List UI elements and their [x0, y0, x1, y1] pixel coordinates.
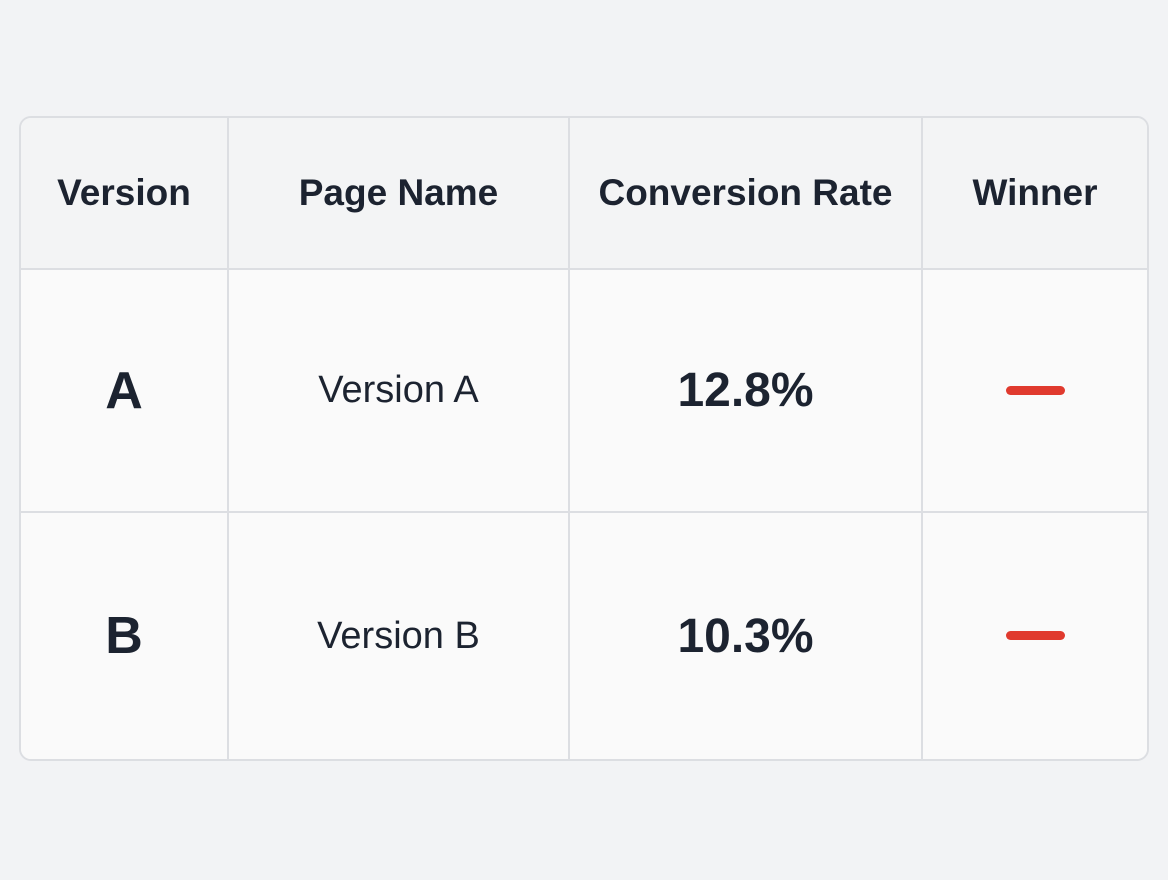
- table-header-row: Version Page Name Conversion Rate Winner: [21, 118, 1147, 270]
- page-name: Version B: [317, 614, 480, 657]
- conversion-rate-cell: 10.3%: [569, 512, 923, 759]
- version-letter: B: [105, 607, 143, 665]
- page-name: Version A: [318, 369, 479, 411]
- conversion-rate: 12.8%: [677, 364, 814, 417]
- version-letter: A: [105, 361, 143, 420]
- results-table: Version Page Name Conversion Rate Winner…: [21, 118, 1147, 759]
- page-name-cell: Version B: [228, 512, 570, 759]
- conversion-rate-cell: 12.8%: [569, 269, 923, 512]
- conversion-rate: 10.3%: [677, 609, 814, 663]
- version-cell: B: [21, 512, 229, 759]
- column-header-conversion-rate: Conversion Rate: [569, 118, 923, 270]
- column-header-page-name: Page Name: [228, 118, 570, 270]
- table-row: A Version A 12.8%: [21, 269, 1147, 512]
- page-name-cell: Version A: [228, 269, 570, 512]
- dash-icon: [1005, 385, 1065, 395]
- dash-icon: [1005, 631, 1065, 640]
- winner-cell: [922, 512, 1147, 759]
- column-header-winner: Winner: [922, 118, 1147, 270]
- column-header-version: Version: [21, 118, 229, 270]
- winner-cell: [922, 269, 1147, 512]
- ab-test-results-table: Version Page Name Conversion Rate Winner…: [19, 116, 1149, 761]
- table-row: B Version B 10.3%: [21, 512, 1147, 759]
- version-cell: A: [21, 269, 229, 512]
